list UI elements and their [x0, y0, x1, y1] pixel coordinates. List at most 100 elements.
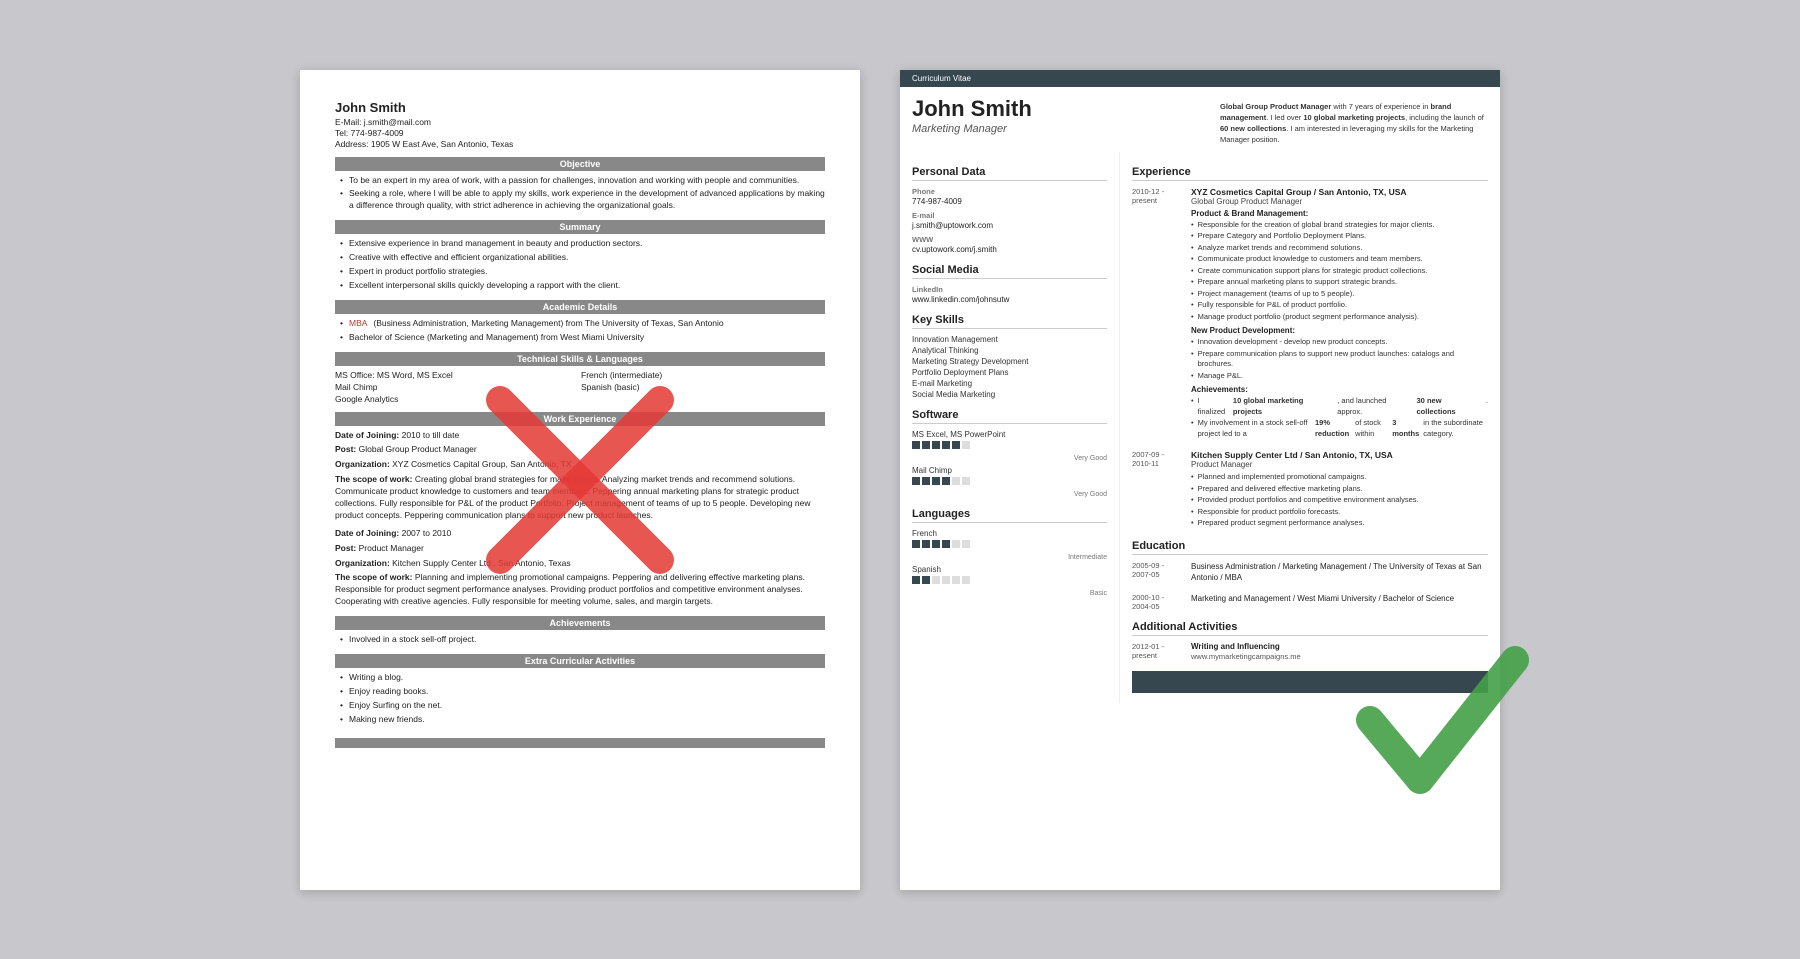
key-skill-2: Analytical Thinking	[912, 346, 1107, 355]
edu-entry-1: 2005-09 - 2007-05 Business Administratio…	[1132, 561, 1488, 583]
obj-bullet-1: To be an expert in my area of work, with…	[335, 175, 825, 187]
exp-entry-1: 2010-12 - present XYZ Cosmetics Capital …	[1132, 187, 1488, 441]
dot	[932, 477, 940, 485]
dot	[922, 576, 930, 584]
languages-title: Languages	[912, 508, 1107, 523]
exp-1-role: Global Group Product Manager	[1191, 197, 1488, 206]
exp-2-b2: Prepared and delivered effective marketi…	[1191, 484, 1488, 495]
add-detail: Writing and Influencing www.mymarketingc…	[1191, 642, 1488, 661]
main-container: John Smith E-Mail: j.smith@mail.com Tel:…	[260, 30, 1540, 930]
sum-1: Extensive experience in brand management…	[335, 238, 825, 250]
acad-1: MBA (Business Administration, Marketing …	[335, 318, 825, 330]
www-label: WWW	[912, 235, 1107, 244]
additional-title: Additional Activities	[1132, 621, 1488, 636]
dot	[942, 540, 950, 548]
exp-1-b12: Manage P&L.	[1191, 371, 1488, 382]
work-1: Date of Joining: 2010 to till date Post:…	[335, 430, 825, 522]
skill-1: MS Office: MS Word, MS Excel	[335, 370, 579, 380]
right-name: John Smith	[912, 97, 1208, 121]
exp-2-b3: Provided product portfolios and competit…	[1191, 495, 1488, 506]
lang-item-2: Spanish Basic	[912, 565, 1107, 597]
sw-label-2: Very Good	[912, 491, 1107, 498]
exp-1-b5: Create communication support plans for s…	[1191, 266, 1488, 277]
exp-1-b4: Communicate product knowledge to custome…	[1191, 254, 1488, 265]
resume-bad: John Smith E-Mail: j.smith@mail.com Tel:…	[300, 70, 860, 890]
email-label: E-mail	[912, 211, 1107, 220]
additional-entry-1: 2012-01 - present Writing and Influencin…	[1132, 642, 1488, 661]
key-skill-4: Portfolio Deployment Plans	[912, 368, 1107, 377]
academic-header: Academic Details	[335, 300, 825, 314]
dot	[952, 477, 960, 485]
edu-2-date: 2000-10 - 2004-05	[1132, 593, 1187, 611]
work-2-post: Post: Product Manager	[335, 543, 825, 555]
left-column: Personal Data Phone 774-987-4009 E-mail …	[900, 152, 1120, 703]
add-date: 2012-01 - present	[1132, 642, 1187, 661]
extra-1: Writing a blog.	[335, 672, 825, 684]
sw-bar-2	[912, 477, 1107, 485]
exp-1-b6: Prepare annual marketing plans to suppor…	[1191, 277, 1488, 288]
exp-1-b9: Manage product portfolio (product segmen…	[1191, 312, 1488, 323]
dot	[922, 477, 930, 485]
sw-bar-1	[912, 441, 1107, 449]
software-item-1: MS Excel, MS PowerPoint Very Good	[912, 430, 1107, 462]
dot	[952, 441, 960, 449]
social-media-title: Social Media	[912, 264, 1107, 279]
left-name: John Smith	[335, 100, 825, 115]
dot	[922, 540, 930, 548]
work-1-scope: The scope of work: Creating global brand…	[335, 474, 825, 522]
exp-2-b1: Planned and implemented promotional camp…	[1191, 472, 1488, 483]
exp-1-b7: Project management (teams of up to 5 peo…	[1191, 289, 1488, 300]
exp-1-b13: I finalized 10 global marketing projects…	[1191, 396, 1488, 417]
exp-1-b3: Analyze market trends and recommend solu…	[1191, 243, 1488, 254]
name-block: John Smith Marketing Manager Global Grou…	[900, 87, 1500, 152]
dot	[932, 441, 940, 449]
edu-entry-2: 2000-10 - 2004-05 Marketing and Manageme…	[1132, 593, 1488, 611]
sum-3: Expert in product portfolio strategies.	[335, 266, 825, 278]
work-1-org: Organization: XYZ Cosmetics Capital Grou…	[335, 459, 825, 471]
key-skill-6: Social Media Marketing	[912, 390, 1107, 399]
dot	[922, 441, 930, 449]
tech-header: Technical Skills & Languages	[335, 352, 825, 366]
profile-text: Global Group Product Manager with 7 year…	[1208, 97, 1488, 146]
lang-bar-1	[912, 540, 1107, 548]
exp-1-sub2: New Product Development:	[1191, 326, 1488, 335]
skill-fr: French (intermediate)	[581, 370, 825, 380]
software-title: Software	[912, 409, 1107, 424]
dot	[962, 540, 970, 548]
skills-grid: MS Office: MS Word, MS Excel French (int…	[335, 370, 825, 404]
lang-label-1: Intermediate	[912, 554, 1107, 561]
lang-item-1: French Intermediate	[912, 529, 1107, 561]
exp-2-company: Kitchen Supply Center Ltd / San Antonio,…	[1191, 450, 1488, 460]
work-2: Date of Joining: 2007 to 2010 Post: Prod…	[335, 528, 825, 608]
skill-sp: Spanish (basic)	[581, 382, 825, 392]
exp-1-b10: Innovation development - develop new pro…	[1191, 337, 1488, 348]
left-tel: Tel: 774-987-4009	[335, 128, 825, 138]
key-skill-3: Marketing Strategy Development	[912, 357, 1107, 366]
cv-label: Curriculum Vitae	[900, 70, 1500, 87]
edu-2-detail: Marketing and Management / West Miami Un…	[1191, 593, 1488, 611]
exp-1-date: 2010-12 - present	[1132, 187, 1187, 441]
edu-1-date: 2005-09 - 2007-05	[1132, 561, 1187, 583]
dot	[952, 576, 960, 584]
sum-4: Excellent interpersonal skills quickly d…	[335, 280, 825, 292]
education-title: Education	[1132, 540, 1488, 555]
exp-2-details: Kitchen Supply Center Ltd / San Antonio,…	[1191, 450, 1488, 530]
exp-1-b11: Prepare communication plans to support n…	[1191, 349, 1488, 370]
phone-value: 774-987-4009	[912, 197, 1107, 206]
exp-1-b1: Responsible for the creation of global b…	[1191, 220, 1488, 231]
exp-2-date: 2007-09 - 2010-11	[1132, 450, 1187, 530]
lang-label-2: Basic	[912, 590, 1107, 597]
work-1-date: Date of Joining: 2010 to till date	[335, 430, 825, 442]
work-2-org: Organization: Kitchen Supply Center Ltd.…	[335, 558, 825, 570]
bottom-bar	[335, 738, 825, 748]
linkedin-label: LinkedIn	[912, 285, 1107, 294]
dot	[912, 477, 920, 485]
exp-2-role: Product Manager	[1191, 460, 1488, 469]
email-value: j.smith@uptowork.com	[912, 221, 1107, 230]
achieve-header: Achievements	[335, 616, 825, 630]
work-1-post: Post: Global Group Product Manager	[335, 444, 825, 456]
phone-label: Phone	[912, 187, 1107, 196]
exp-1-sub1: Product & Brand Management:	[1191, 209, 1488, 218]
exp-1-b2: Prepare Category and Portfolio Deploymen…	[1191, 231, 1488, 242]
key-skill-1: Innovation Management	[912, 335, 1107, 344]
